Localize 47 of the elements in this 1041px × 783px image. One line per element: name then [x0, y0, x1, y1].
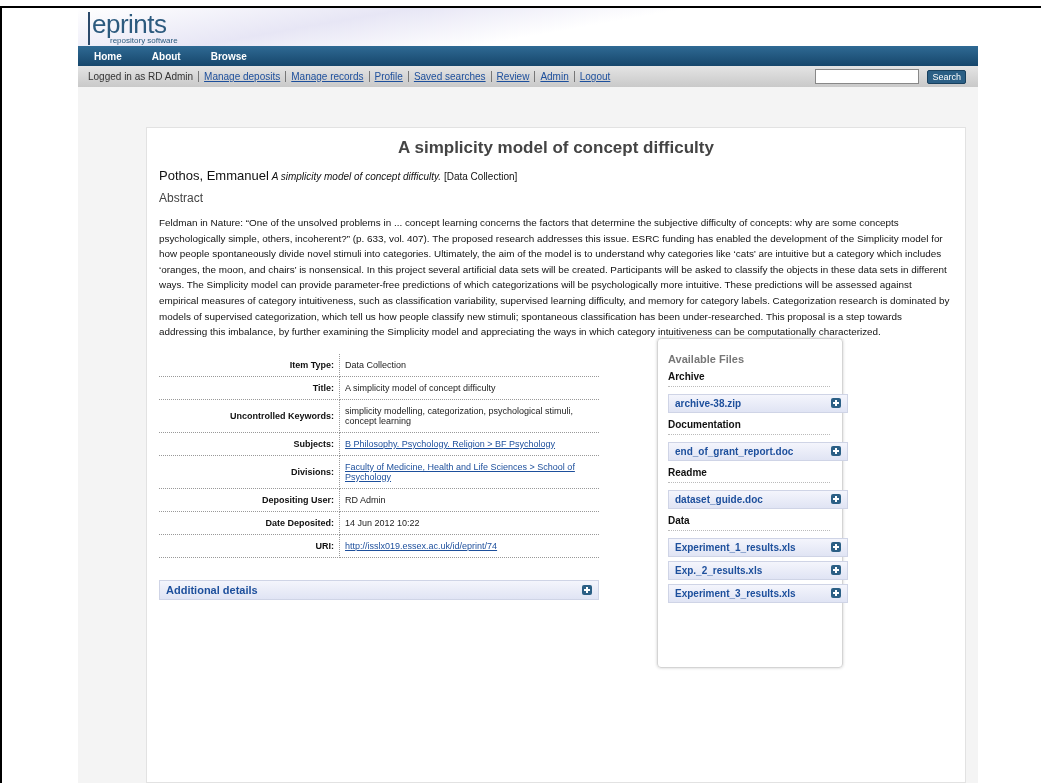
user-menu-link[interactable]: Admin [540, 71, 569, 82]
citation: Pothos, Emmanuel A simplicity model of concept difficulty. [Data Collection] [159, 168, 519, 183]
field-label: Title: [312, 382, 334, 393]
field-label: Depositing User: [262, 494, 334, 505]
field-link[interactable]: Faculty of Medicine, Health and Life Sciences > School of Psychology [345, 461, 594, 482]
user-menu-link[interactable]: Logout [579, 71, 611, 82]
file-toggle[interactable]: Experiment_3_results.xls [668, 583, 848, 603]
field-value: 14 Jun 2012 10:22 [345, 517, 420, 528]
abstract-text: Feldman in Nature: “One of the unsolved problems in ... concept learning concerns the factors that determine the subjective difficulty of concepts: why are some concepts psychologically simple, others, incoherent?” (p. 633, vol. 407). The proposed research addresses this issue. ESRC funding has enabled the development of the Simplicity model for how people spontaneously divide novel stimuli into categories. Ultimately, the aim of the model is to understand why categories like ‘cats’ are intuitive but a category which includes ‘oranges, the moon, and chairs’ is nonsensical. In this project several artificial data sets will be created. Participants will be asked to classify the objects in these data sets in different ways. The Simplicity model can provide parameter-free predictions of which categorizations will be psychologically more intuitive. These predictions will be assessed against empirical measures of category intuitiveness, such as classification variability, supervised learning difficulty, and memory for category labels. Categorization research is dominated by models of supervised categorization, which tell us how people classify new stimuli; spontaneous classification has been under-researched. This proposal is a step towards addressing this imbalance, by further examining the Simplicity model and appreciating the ways in which category intuitiveness can be computationally characterized. [159, 216, 951, 340]
file-toggle[interactable]: end_of_grant_report.doc [668, 441, 848, 461]
user-menu-link[interactable]: Manage deposits [204, 71, 281, 82]
search-field[interactable] [815, 69, 920, 84]
user-menu-link[interactable]: Saved searches [413, 71, 486, 82]
file-group-heading: Data [668, 514, 830, 531]
file-toggle[interactable]: Exp._2_results.xls [668, 560, 848, 580]
field-value: Data Collection [345, 359, 407, 370]
file-toggle[interactable]: Experiment_1_results.xls [668, 537, 848, 557]
field-value: A simplicity model of concept difficulty [345, 382, 496, 393]
field-label: URI: [315, 540, 334, 551]
field-label: Subjects: [293, 438, 334, 449]
field-label: Date Deposited: [265, 517, 334, 528]
field-label: Divisions: [291, 466, 334, 477]
files-heading: Available Files [668, 352, 746, 365]
user-menu-link[interactable]: Profile [374, 71, 403, 82]
field-link[interactable]: http://isslx019.essex.ac.uk/id/eprint/74 [345, 540, 498, 551]
field-value: simplicity modelling, categorization, psychological stimuli, concept learning [345, 405, 574, 426]
field-value: RD Admin [345, 494, 386, 505]
file-group-heading: Documentation [668, 418, 830, 435]
nav-link[interactable]: Browse [210, 50, 247, 62]
file-group-heading: Readme [668, 466, 830, 483]
logged-in-text: Logged in as RD Admin [88, 71, 194, 82]
nav-link[interactable]: Home [94, 50, 122, 62]
file-toggle[interactable]: dataset_guide.doc [668, 489, 848, 509]
file-group-heading: Archive [668, 370, 830, 387]
nav-link[interactable]: About [151, 50, 181, 62]
additional-details-toggle[interactable]: Additional details [159, 579, 599, 600]
logo-tagline: repository software [110, 36, 178, 45]
field-label: Item Type: [289, 359, 334, 370]
user-menu-link[interactable]: Review [496, 71, 530, 82]
field-label: Uncontrolled Keywords: [230, 410, 334, 421]
abstract-heading: Abstract [159, 191, 204, 205]
user-menu-link[interactable]: Manage records [291, 71, 364, 82]
field-link[interactable]: B Philosophy. Psychology. Religion > BF Psychology [345, 438, 556, 449]
search-button[interactable]: Search [927, 69, 966, 84]
page-title: A simplicity model of concept difficulty [397, 138, 715, 158]
logo-wordmark[interactable]: eprints [92, 12, 178, 36]
file-toggle[interactable]: archive-38.zip [668, 393, 848, 413]
